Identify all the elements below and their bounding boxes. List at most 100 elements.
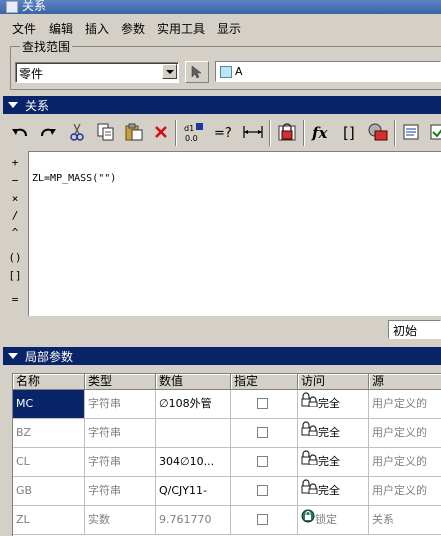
cell-type[interactable]: 字符串 [85, 477, 156, 506]
show-info-icon[interactable] [400, 119, 424, 145]
cell-name[interactable]: MC [13, 390, 85, 419]
cell-source[interactable]: 关系 [369, 506, 441, 535]
operator-brackets-button[interactable]: [] [5, 269, 25, 282]
cell-access[interactable]: 完全 [298, 448, 369, 477]
operator-minus-button[interactable]: − [5, 174, 25, 187]
evaluate-icon[interactable]: =? [212, 119, 236, 145]
copy-icon[interactable] [94, 119, 118, 145]
column-header-type[interactable]: 类型 [85, 374, 156, 390]
cell-access[interactable]: 完全 [298, 419, 369, 448]
cell-name[interactable]: BZ [13, 419, 85, 448]
cell-name[interactable]: GB [13, 477, 85, 506]
column-header-value[interactable]: 数值 [156, 374, 231, 390]
cell-source[interactable]: 用户定义的 [369, 477, 441, 506]
relations-section-header[interactable]: 关系 [3, 96, 441, 114]
locked-icon [301, 506, 315, 534]
cell-value[interactable] [156, 419, 231, 448]
menu-display[interactable]: 显示 [217, 20, 241, 37]
cell-source[interactable]: 用户定义的 [369, 390, 441, 419]
function-icon[interactable]: fx [309, 119, 333, 145]
value-state-select[interactable]: 初始 [388, 320, 441, 339]
operator-plus-button[interactable]: + [5, 156, 25, 169]
cell-access[interactable]: 完全 [298, 477, 369, 506]
cell-value[interactable]: 9.761770 [156, 506, 231, 535]
redo-icon[interactable] [36, 119, 60, 145]
operator-divide-button[interactable]: / [5, 209, 25, 222]
menu-bar: 文件 编辑 插入 参数 实用工具 显示 [0, 17, 441, 39]
menu-parameters[interactable]: 参数 [121, 20, 145, 37]
designate-checkbox[interactable] [257, 398, 268, 409]
paste-icon[interactable] [122, 119, 146, 145]
relations-section-title: 关系 [25, 99, 50, 113]
collapse-triangle-icon[interactable] [8, 102, 18, 108]
column-header-designate[interactable]: 指定 [231, 374, 298, 390]
part-icon [220, 66, 232, 78]
collapse-triangle-icon[interactable] [8, 353, 18, 359]
sort-relations-icon[interactable]: d1 0.0 [182, 119, 206, 145]
cell-value[interactable]: 304∅10... [156, 448, 231, 477]
cell-type[interactable]: 实数 [85, 506, 156, 535]
table-row[interactable]: BZ 字符串 完全 用户定义的 [13, 419, 441, 448]
cell-name[interactable]: CL [13, 448, 85, 477]
relations-toolbar: d1 0.0 =? fx [] [3, 117, 441, 149]
operator-equals-button[interactable]: = [5, 293, 25, 306]
cell-value[interactable]: ∅108外管 [156, 390, 231, 419]
menu-utilities[interactable]: 实用工具 [157, 20, 205, 37]
column-header-source[interactable]: 源 [369, 374, 441, 390]
menu-edit[interactable]: 编辑 [49, 20, 73, 37]
cell-designate [231, 506, 298, 535]
reference-field[interactable]: A [215, 61, 441, 82]
access-label: 锁定 [315, 513, 337, 526]
table-row[interactable]: CL 字符串 304∅10... 完全 用户定义的 [13, 448, 441, 477]
designate-checkbox[interactable] [257, 456, 268, 467]
column-header-access[interactable]: 访问 [298, 374, 369, 390]
local-params-section-header[interactable]: 局部参数 [3, 347, 441, 365]
column-header-name[interactable]: 名称 [13, 374, 85, 390]
full-access-lock-icon [301, 390, 318, 418]
table-row[interactable]: MC 字符串 ∅108外管 完全 用户定义的 [13, 390, 441, 419]
search-scope-title: 查找范围 [20, 38, 73, 55]
cell-access[interactable]: 锁定 [298, 506, 369, 535]
toolbar-separator [269, 120, 271, 146]
menu-insert[interactable]: 插入 [85, 20, 109, 37]
table-header: 名称 类型 数值 指定 访问 源 [13, 374, 441, 390]
cell-value[interactable]: Q/CJY11- [156, 477, 231, 506]
cell-type[interactable]: 字符串 [85, 390, 156, 419]
menu-file[interactable]: 文件 [12, 20, 36, 37]
svg-text:=?: =? [214, 126, 232, 141]
toolbar-separator [394, 120, 396, 146]
operator-parentheses-button[interactable]: () [5, 251, 25, 264]
cell-source[interactable]: 用户定义的 [369, 448, 441, 477]
operator-power-button[interactable]: ^ [5, 226, 25, 239]
units-lock-icon[interactable] [366, 119, 390, 145]
scope-select[interactable]: 零件 [15, 62, 179, 83]
table-row[interactable]: GB 字符串 Q/CJY11- 完全 用户定义的 [13, 477, 441, 506]
cell-name[interactable]: ZL [13, 506, 85, 535]
parameters-icon[interactable]: [] [338, 119, 362, 145]
access-label: 完全 [318, 455, 340, 468]
designate-checkbox[interactable] [257, 485, 268, 496]
local-params-table: 名称 类型 数值 指定 访问 源 MC 字符串 ∅108外管 完全 用户定义的 BZ 字符串… [12, 373, 441, 536]
svg-text:fx: fx [311, 124, 328, 141]
cell-type[interactable]: 字符串 [85, 448, 156, 477]
verify-lock-icon[interactable] [275, 119, 299, 145]
cell-type[interactable]: 字符串 [85, 419, 156, 448]
table-row[interactable]: ZL 实数 9.761770 锁定 关系 [13, 506, 441, 535]
app-icon [6, 1, 18, 13]
cell-designate [231, 477, 298, 506]
svg-text:d1: d1 [184, 124, 194, 133]
undo-icon[interactable] [8, 119, 32, 145]
operator-multiply-button[interactable]: × [5, 192, 25, 205]
select-reference-button[interactable] [185, 61, 209, 83]
designate-checkbox[interactable] [257, 514, 268, 525]
cut-icon[interactable] [65, 119, 89, 145]
cell-source[interactable]: 用户定义的 [369, 419, 441, 448]
delete-icon[interactable] [149, 119, 173, 145]
check-icon[interactable] [426, 119, 441, 145]
dimension-icon[interactable] [241, 119, 265, 145]
cell-designate [231, 448, 298, 477]
cell-access[interactable]: 完全 [298, 390, 369, 419]
designate-checkbox[interactable] [257, 427, 268, 438]
chevron-down-icon[interactable] [162, 64, 177, 79]
relations-editor[interactable]: ZL=MP_MASS("") [28, 151, 441, 316]
